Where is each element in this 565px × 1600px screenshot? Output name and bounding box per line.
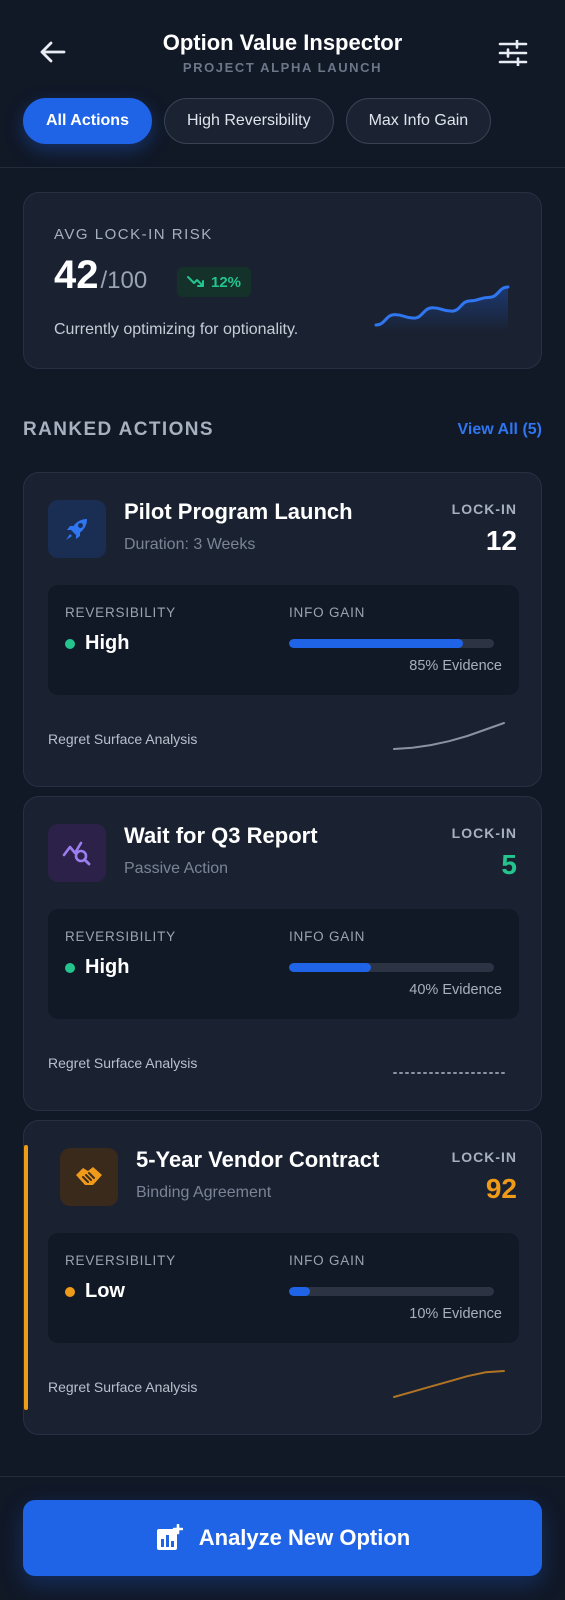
lock-in-value: 5 [501, 849, 517, 880]
regret-label: Regret Surface Analysis [48, 731, 198, 747]
header-divider [0, 167, 565, 168]
action-title: Wait for Q3 Report [124, 823, 318, 848]
analyze-new-option-button[interactable]: Analyze New Option [23, 1500, 542, 1576]
risk-number: 42 [54, 253, 99, 297]
risk-value: 42 /100 [54, 253, 147, 298]
view-all-link[interactable]: View All (5) [458, 421, 542, 439]
chart-plus-icon [156, 1524, 183, 1550]
filter-max-info-gain[interactable]: Max Info Gain [345, 98, 492, 144]
risk-note: Currently optimizing for optionality. [54, 321, 299, 338]
footer-divider [0, 1476, 565, 1477]
regret-curve [393, 722, 505, 750]
action-metrics: REVERSIBILITY INFO GAIN High 40% Evidenc… [48, 909, 519, 1019]
reversibility-text: Low [85, 1280, 125, 1302]
page-subtitle: PROJECT ALPHA LAUNCH [182, 60, 383, 75]
info-gain-bar [289, 963, 494, 972]
evidence-text: 85% Evidence [409, 658, 502, 674]
evidence-text: 10% Evidence [409, 1306, 502, 1322]
info-gain-bar-fill [289, 1287, 310, 1296]
info-gain-label: INFO GAIN [289, 929, 366, 944]
evidence-text: 40% Evidence [409, 982, 502, 998]
regret-label: Regret Surface Analysis [48, 1379, 198, 1395]
lock-in-label: LOCK-IN [451, 825, 517, 841]
action-metrics: REVERSIBILITY INFO GAIN Low 10% Evidence [48, 1233, 519, 1343]
reversibility-label: REVERSIBILITY [65, 929, 176, 944]
reversibility-label: REVERSIBILITY [65, 605, 176, 620]
action-card[interactable]: 5-Year Vendor Contract Binding Agreement… [23, 1120, 542, 1435]
chart-search-icon [62, 841, 91, 866]
regret-sparkline [393, 722, 505, 750]
reversibility-value: High [65, 632, 129, 655]
status-dot [65, 962, 75, 973]
settings-button[interactable] [496, 36, 530, 70]
regret-label: Regret Surface Analysis [48, 1055, 198, 1071]
info-gain-bar [289, 1287, 494, 1296]
analyze-button-label: Analyze New Option [198, 1525, 411, 1550]
risk-label: AVG LOCK-IN RISK [54, 226, 213, 243]
action-metrics: REVERSIBILITY INFO GAIN High 85% Evidenc… [48, 585, 519, 695]
section-title: RANKED ACTIONS [23, 419, 214, 440]
status-dot [65, 1286, 75, 1297]
regret-sparkline [393, 1370, 505, 1398]
page-title: Option Value Inspector [162, 30, 403, 55]
risk-trend-badge: 12% [177, 267, 252, 297]
lock-in-label: LOCK-IN [451, 501, 517, 517]
reversibility-value: High [65, 956, 129, 979]
reversibility-label: REVERSIBILITY [65, 1253, 176, 1268]
lock-in-risk-card: AVG LOCK-IN RISK 42 /100 12% Currently o… [23, 192, 542, 369]
info-gain-bar-fill [289, 639, 464, 648]
action-subtitle: Passive Action [124, 860, 229, 877]
action-title: 5-Year Vendor Contract [136, 1147, 380, 1172]
action-icon-box [48, 500, 106, 558]
action-subtitle: Duration: 3 Weeks [124, 536, 256, 553]
regret-sparkline [393, 1072, 505, 1074]
action-icon-box [48, 824, 106, 882]
filter-high-reversibility[interactable]: High Reversibility [163, 98, 334, 144]
action-card[interactable]: Pilot Program Launch Duration: 3 Weeks L… [23, 472, 542, 787]
rocket-icon [66, 519, 87, 540]
reversibility-text: High [85, 632, 130, 654]
risk-denominator: /100 [100, 267, 148, 294]
sliders-icon [498, 40, 528, 66]
risk-trend-value: 12% [211, 273, 242, 291]
filter-chips: All Actions High Reversibility Max Info … [23, 98, 492, 144]
lock-in-value: 92 [485, 1173, 517, 1204]
filter-all-actions[interactable]: All Actions [23, 98, 152, 144]
lock-in-value: 12 [485, 525, 517, 556]
info-gain-label: INFO GAIN [289, 605, 366, 620]
reversibility-text: High [85, 956, 130, 978]
action-icon-box [60, 1148, 118, 1206]
app-header: Option Value Inspector PROJECT ALPHA LAU… [0, 0, 565, 85]
trend-down-icon [187, 276, 204, 287]
status-dot [65, 638, 75, 649]
risk-sparkline [374, 285, 510, 331]
info-gain-bar [289, 639, 494, 648]
action-card[interactable]: Wait for Q3 Report Passive Action LOCK-I… [23, 796, 542, 1111]
info-gain-label: INFO GAIN [289, 1253, 366, 1268]
info-gain-bar-fill [289, 963, 371, 972]
action-subtitle: Binding Agreement [136, 1184, 272, 1201]
lock-in-label: LOCK-IN [451, 1149, 517, 1165]
handshake-icon [76, 1167, 102, 1185]
action-title: Pilot Program Launch [124, 499, 353, 524]
regret-curve [393, 1370, 505, 1398]
reversibility-value: Low [65, 1280, 125, 1303]
